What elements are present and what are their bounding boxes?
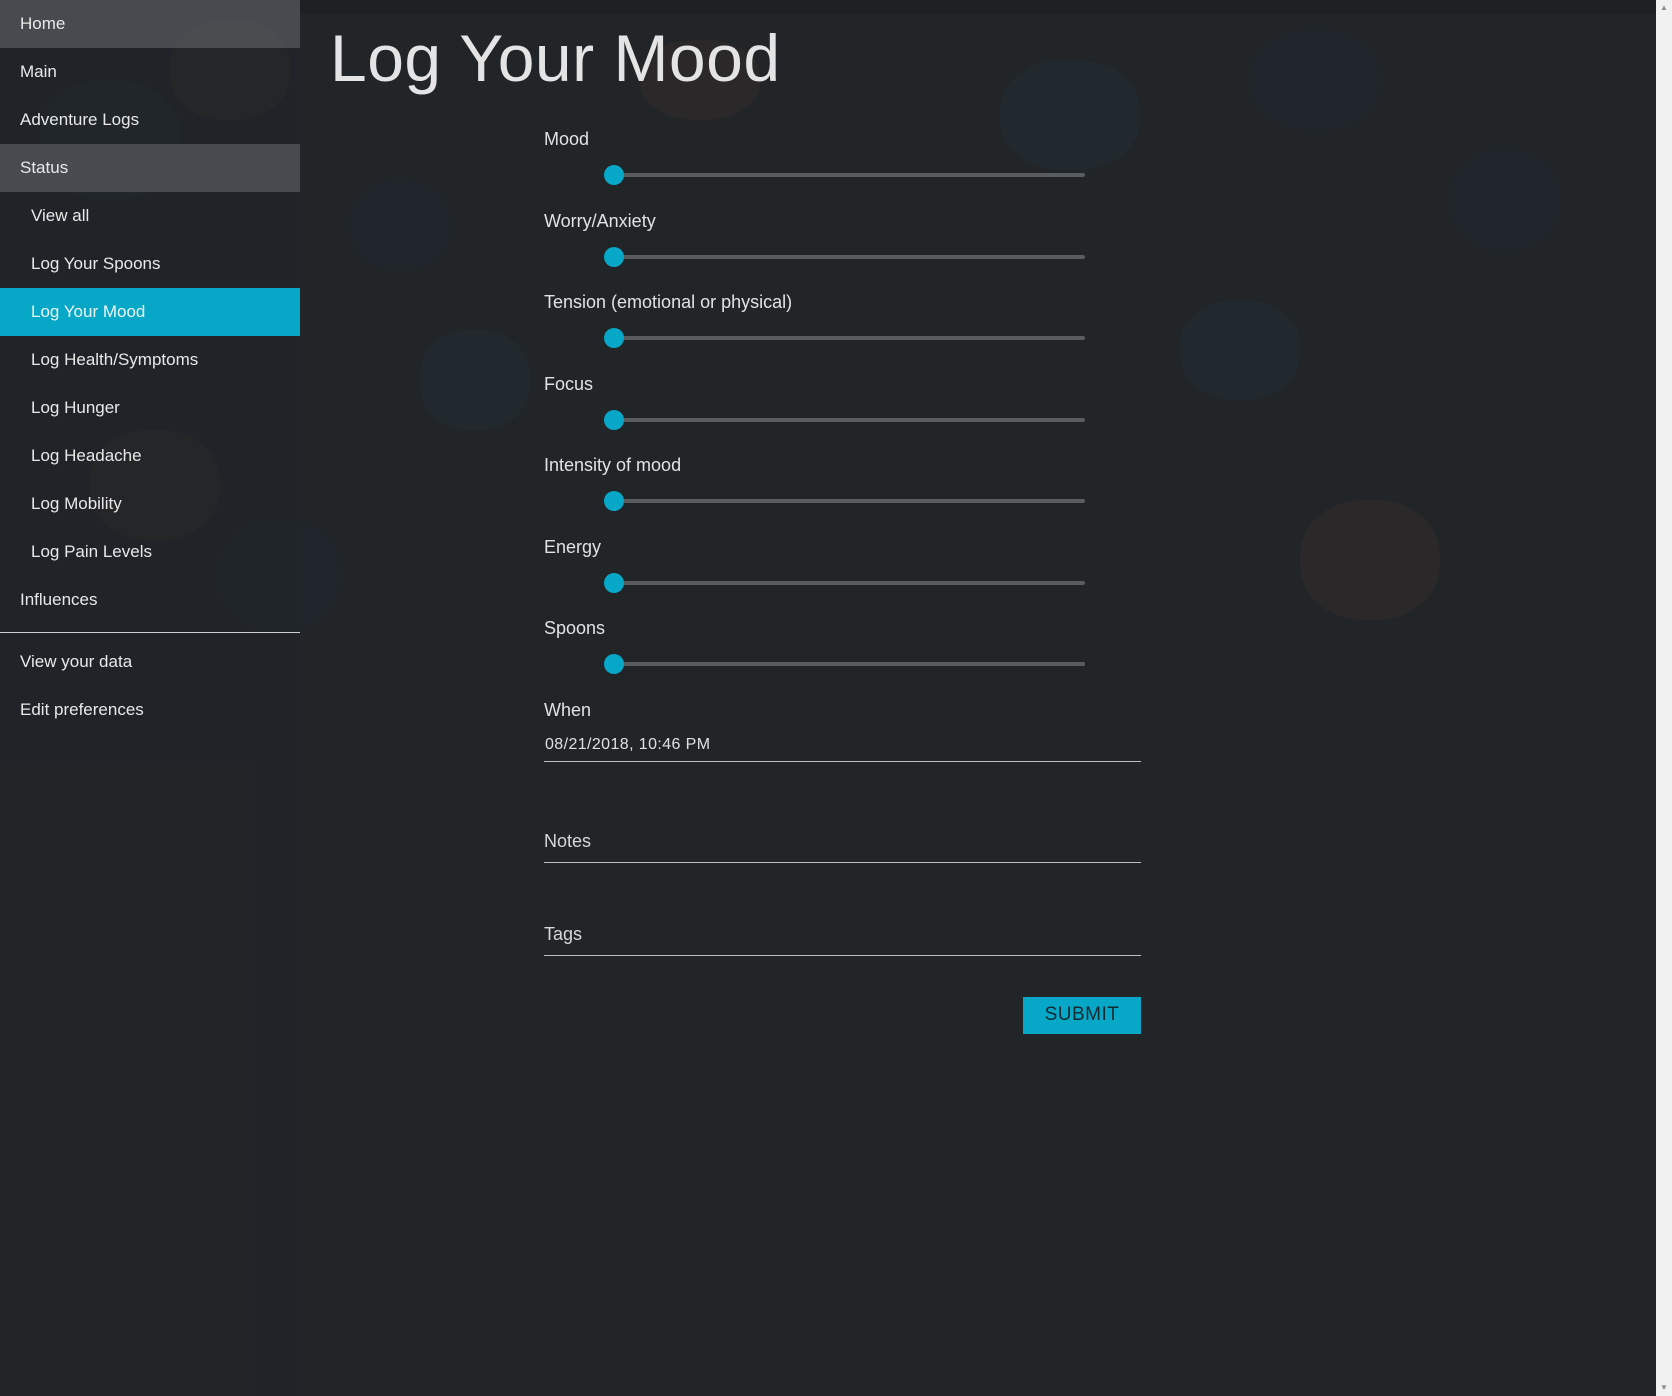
nav-divider bbox=[0, 632, 300, 633]
when-field-group: When bbox=[544, 699, 1141, 827]
submit-button[interactable]: SUBMIT bbox=[1023, 996, 1141, 1034]
when-label: When bbox=[544, 699, 592, 720]
main-content: Log Your Mood Mood Worry/Anxiety Tension (… bbox=[300, 0, 1656, 1396]
nav-item-log-headache[interactable]: Log Headache bbox=[0, 432, 300, 480]
slider-thumb[interactable] bbox=[604, 572, 624, 593]
slider-thumb[interactable] bbox=[604, 246, 624, 267]
slider-track[interactable] bbox=[604, 246, 1085, 267]
nav-item-status[interactable]: Status bbox=[0, 144, 300, 192]
when-datetime-input[interactable] bbox=[544, 729, 1141, 762]
slider-label: Worry/Anxiety bbox=[544, 210, 656, 231]
slider-track[interactable] bbox=[604, 491, 1085, 511]
scroll-up-arrow-icon[interactable]: ▲ bbox=[1656, 0, 1672, 16]
nav-item-log-your-mood[interactable]: Log Your Mood bbox=[0, 288, 300, 336]
slider-thumb[interactable] bbox=[604, 165, 624, 185]
slider-track[interactable] bbox=[604, 165, 1085, 185]
nav-item-adventure-logs[interactable]: Adventure Logs bbox=[0, 96, 300, 144]
tags-placeholder: Tags bbox=[544, 923, 583, 944]
slider-thumb[interactable] bbox=[604, 654, 624, 674]
slider-row: Worry/Anxiety bbox=[544, 210, 1141, 292]
app-window: Home Main Adventure Logs Status View all… bbox=[0, 0, 1672, 1396]
sidebar-nav: Home Main Adventure Logs Status View all… bbox=[0, 0, 300, 1396]
slider-row: Spoons bbox=[544, 617, 1141, 699]
slider-track[interactable] bbox=[604, 409, 1085, 430]
slider-row: Focus bbox=[544, 373, 1141, 455]
nav-item-log-health-symptoms[interactable]: Log Health/Symptoms bbox=[0, 336, 300, 384]
mood-form: Mood Worry/Anxiety Tension (emotional or p… bbox=[544, 128, 1141, 1037]
slider-row: Energy bbox=[544, 536, 1141, 618]
tags-field[interactable]: Tags bbox=[544, 920, 1141, 956]
nav-lower-group: View your data Edit preferences bbox=[0, 641, 300, 737]
vertical-scrollbar[interactable]: ▲ ▼ bbox=[1656, 0, 1672, 1396]
slider-label: Tension (emotional or physical) bbox=[544, 292, 793, 312]
top-strip bbox=[300, 0, 1656, 14]
slider-row: Mood bbox=[544, 128, 1141, 210]
nav-item-log-mobility[interactable]: Log Mobility bbox=[0, 480, 300, 528]
right-edge-overlay bbox=[1640, 0, 1656, 1396]
nav-item-main[interactable]: Main bbox=[0, 48, 300, 96]
nav-item-log-hunger[interactable]: Log Hunger bbox=[0, 384, 300, 432]
slider-group: Mood Worry/Anxiety Tension (emotional or p… bbox=[544, 128, 1141, 699]
nav-item-edit-preferences[interactable]: Edit preferences bbox=[0, 689, 300, 737]
slider-row: Tension (emotional or physical) bbox=[544, 291, 1141, 373]
nav-item-log-pain-levels[interactable]: Log Pain Levels bbox=[0, 528, 300, 576]
nav-item-view-your-data[interactable]: View your data bbox=[0, 641, 300, 689]
slider-label: Focus bbox=[544, 373, 594, 394]
slider-track[interactable] bbox=[604, 572, 1085, 593]
slider-track[interactable] bbox=[604, 328, 1085, 348]
nav-item-view-all[interactable]: View all bbox=[0, 192, 300, 240]
nav-item-home[interactable]: Home bbox=[0, 0, 300, 48]
scroll-down-arrow-icon[interactable]: ▼ bbox=[1656, 1380, 1672, 1396]
slider-label: Spoons bbox=[544, 618, 606, 638]
slider-thumb[interactable] bbox=[604, 328, 624, 348]
slider-label: Energy bbox=[544, 536, 602, 557]
notes-placeholder: Notes bbox=[544, 830, 592, 851]
slider-label: Mood bbox=[544, 129, 590, 149]
slider-thumb[interactable] bbox=[604, 491, 624, 511]
nav-item-log-your-spoons[interactable]: Log Your Spoons bbox=[0, 240, 300, 288]
submit-row: SUBMIT bbox=[544, 996, 1141, 1037]
page-title: Log Your Mood bbox=[330, 21, 781, 95]
slider-track[interactable] bbox=[604, 654, 1085, 674]
slider-row: Intensity of mood bbox=[544, 454, 1141, 536]
notes-field[interactable]: Notes bbox=[544, 827, 1141, 863]
nav-item-influences[interactable]: Influences bbox=[0, 576, 300, 624]
slider-label: Intensity of mood bbox=[544, 455, 682, 475]
slider-thumb[interactable] bbox=[604, 409, 624, 430]
